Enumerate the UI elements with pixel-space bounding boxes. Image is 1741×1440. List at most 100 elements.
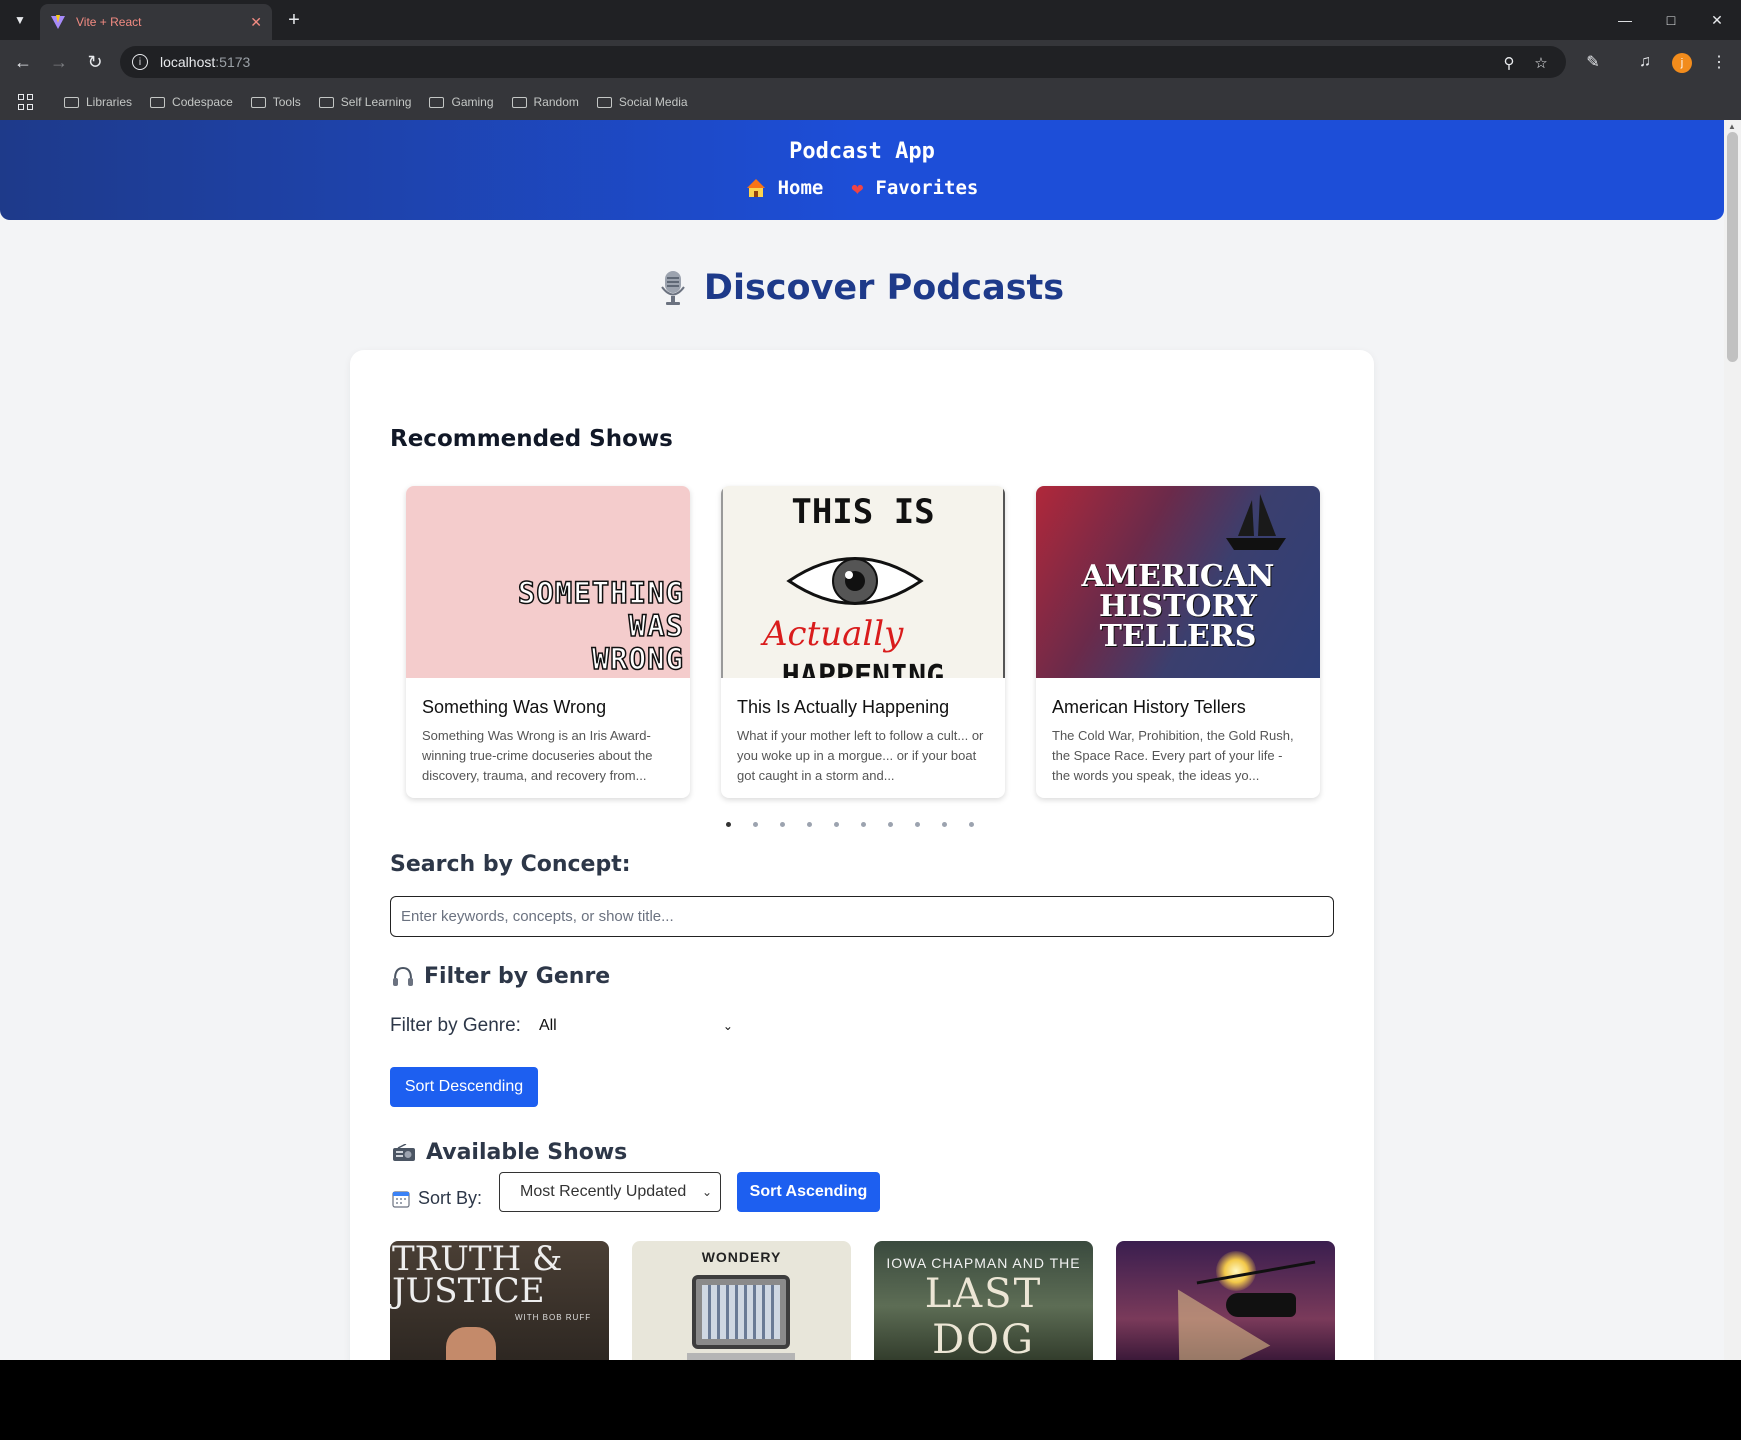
show-card[interactable]: WONDERY — [632, 1241, 851, 1360]
carousel-dot[interactable] — [915, 822, 920, 827]
headphones-icon — [393, 966, 413, 986]
nav-favorites-label: Favorites — [875, 177, 979, 199]
card-title: American History Tellers — [1052, 697, 1246, 717]
podcast-cover-image: SOMETHING WAS WRONG — [406, 486, 690, 678]
carousel-dot[interactable] — [834, 822, 839, 827]
sort-ascending-button[interactable]: Sort Ascending — [737, 1172, 880, 1212]
bookmark-folder-libraries[interactable]: Libraries — [64, 95, 132, 109]
genre-filter-label: Filter by Genre: — [390, 1015, 521, 1036]
folder-icon — [64, 96, 79, 108]
chevron-down-icon: ⌄ — [701, 1185, 712, 1199]
tab-title: Vite + React — [76, 15, 142, 29]
app-title: Podcast App — [789, 139, 935, 164]
carousel-dot[interactable] — [726, 822, 731, 827]
new-tab-button[interactable]: + — [282, 8, 306, 32]
main-content-card: Recommended Shows SOMETHING WAS WRONG Some… — [350, 350, 1374, 1360]
calendar-icon — [392, 1190, 410, 1208]
menu-kebab-icon[interactable]: ⋮ — [1706, 49, 1732, 75]
show-card[interactable] — [1116, 1241, 1335, 1360]
chevron-down-icon: ⌄ — [722, 1019, 733, 1033]
bookmark-folder-codespace[interactable]: Codespace — [150, 95, 233, 109]
sort-descending-button[interactable]: Sort Descending — [390, 1067, 538, 1107]
reload-icon[interactable]: ↻ — [82, 49, 108, 75]
browser-tab[interactable]: Vite + React ✕ — [40, 4, 272, 40]
recommended-card[interactable]: SOMETHING WAS WRONG Something Was Wrong So… — [406, 486, 690, 798]
carousel-dot[interactable] — [807, 822, 812, 827]
genre-filter-row: Filter by Genre: All ⌄ — [390, 1012, 737, 1040]
bookmark-folder-random[interactable]: Random — [511, 95, 579, 109]
nav-home-label: Home — [777, 177, 824, 199]
sort-select[interactable]: Most Recently Updated ⌄ — [499, 1172, 721, 1212]
extensions-icon[interactable]: ✎ — [1580, 49, 1606, 75]
carousel-dot[interactable] — [861, 822, 866, 827]
folder-icon — [511, 96, 527, 108]
browser-toolbar: ← → ↻ i localhost:5173 ⚲ ☆ ✎ ♫ ⋮ — [0, 40, 1741, 84]
show-card[interactable]: TRUTH & JUSTICE WITH BOB RUFF — [390, 1241, 609, 1360]
carousel-dots — [726, 822, 974, 827]
available-heading: Available Shows — [392, 1140, 627, 1165]
tab-search-chevron-icon[interactable]: ▼ — [8, 8, 32, 32]
bookmark-star-icon[interactable]: ☆ — [1530, 52, 1552, 74]
apps-grid-icon[interactable] — [18, 94, 34, 110]
carousel-dot[interactable] — [942, 822, 947, 827]
bookmark-folder-self-learning[interactable]: Self Learning — [318, 95, 411, 109]
recommended-heading: Recommended Shows — [390, 426, 673, 452]
carousel-dot[interactable] — [753, 822, 758, 827]
window-close-icon[interactable]: ✕ — [1702, 8, 1732, 32]
app-header: Podcast App Home ❤ Favorites — [0, 120, 1724, 220]
podcast-cover-image: THIS IS Actually HAPPENING — [721, 486, 1005, 678]
folder-icon — [429, 96, 445, 108]
page-scrollbar[interactable]: ▲ — [1724, 120, 1741, 1360]
card-description: What if your mother left to follow a cul… — [737, 728, 984, 783]
ship-illustration-icon — [1226, 494, 1286, 550]
page-title: Discover Podcasts — [0, 268, 1724, 308]
card-description: Something Was Wrong is an Iris Award-win… — [422, 728, 653, 783]
bookmark-folder-gaming[interactable]: Gaming — [429, 95, 494, 109]
carousel-dot[interactable] — [888, 822, 893, 827]
folder-icon — [250, 96, 266, 108]
heart-icon: ❤ — [851, 176, 864, 200]
folder-icon — [318, 96, 334, 108]
bookmarks-bar: Libraries Codespace Tools Self Learning … — [0, 84, 1741, 120]
scroll-up-arrow-icon[interactable]: ▲ — [1728, 122, 1736, 131]
media-control-icon[interactable]: ♫ — [1632, 49, 1658, 75]
url-text: localhost:5173 — [160, 54, 251, 70]
tab-strip: ▼ Vite + React ✕ + — □ ✕ — [0, 0, 1741, 40]
recommended-card[interactable]: AMERICAN HISTORY TELLERS American History … — [1036, 486, 1320, 798]
eye-illustration-icon — [786, 557, 924, 605]
scrollbar-thumb[interactable] — [1727, 132, 1738, 362]
carousel-dot[interactable] — [969, 822, 974, 827]
card-title: This Is Actually Happening — [737, 697, 950, 717]
sort-by-label: Sort By: — [418, 1188, 483, 1208]
carousel-dot[interactable] — [780, 822, 785, 827]
taskbar-area — [0, 1360, 1741, 1440]
show-card[interactable]: IOWA CHAPMAN AND THE LAST DOG — [874, 1241, 1093, 1360]
microphone-icon — [661, 271, 685, 305]
recommended-card[interactable]: THIS IS Actually HAPPENING This Is Actua… — [721, 486, 1005, 798]
forward-arrow-icon[interactable]: → — [46, 49, 72, 75]
genre-select[interactable]: All ⌄ — [537, 1012, 737, 1040]
nav-favorites[interactable]: ❤ Favorites — [851, 176, 978, 200]
page-heading: Discover Podcasts — [703, 268, 1065, 308]
main-nav: Home ❤ Favorites — [0, 176, 1724, 200]
profile-avatar[interactable]: j — [1672, 53, 1692, 73]
folder-icon — [150, 96, 166, 108]
bookmark-folder-social-media[interactable]: Social Media — [596, 95, 688, 109]
browser-chrome: ▼ Vite + React ✕ + — □ ✕ ← → ↻ i localho… — [0, 0, 1741, 120]
show-cover-text: TRUTH & JUSTICE — [392, 1241, 563, 1311]
house-icon — [746, 179, 765, 197]
search-input[interactable] — [390, 896, 1334, 937]
sort-row: Sort By: — [392, 1188, 482, 1209]
card-description: The Cold War, Prohibition, the Gold Rush… — [1052, 728, 1294, 783]
tab-close-icon[interactable]: ✕ — [250, 14, 262, 31]
maximize-icon[interactable]: □ — [1656, 8, 1686, 32]
nav-home[interactable]: Home — [746, 176, 824, 200]
card-title: Something Was Wrong — [422, 697, 607, 717]
bookmark-folder-tools[interactable]: Tools — [250, 95, 301, 109]
back-arrow-icon[interactable]: ← — [10, 49, 36, 75]
show-cover-text: LAST DOG — [924, 1271, 1043, 1360]
minimize-icon[interactable]: — — [1610, 8, 1640, 32]
address-bar[interactable]: i localhost:5173 ⚲ ☆ — [120, 46, 1566, 78]
site-info-icon[interactable]: i — [132, 54, 148, 70]
zoom-icon[interactable]: ⚲ — [1498, 52, 1520, 74]
